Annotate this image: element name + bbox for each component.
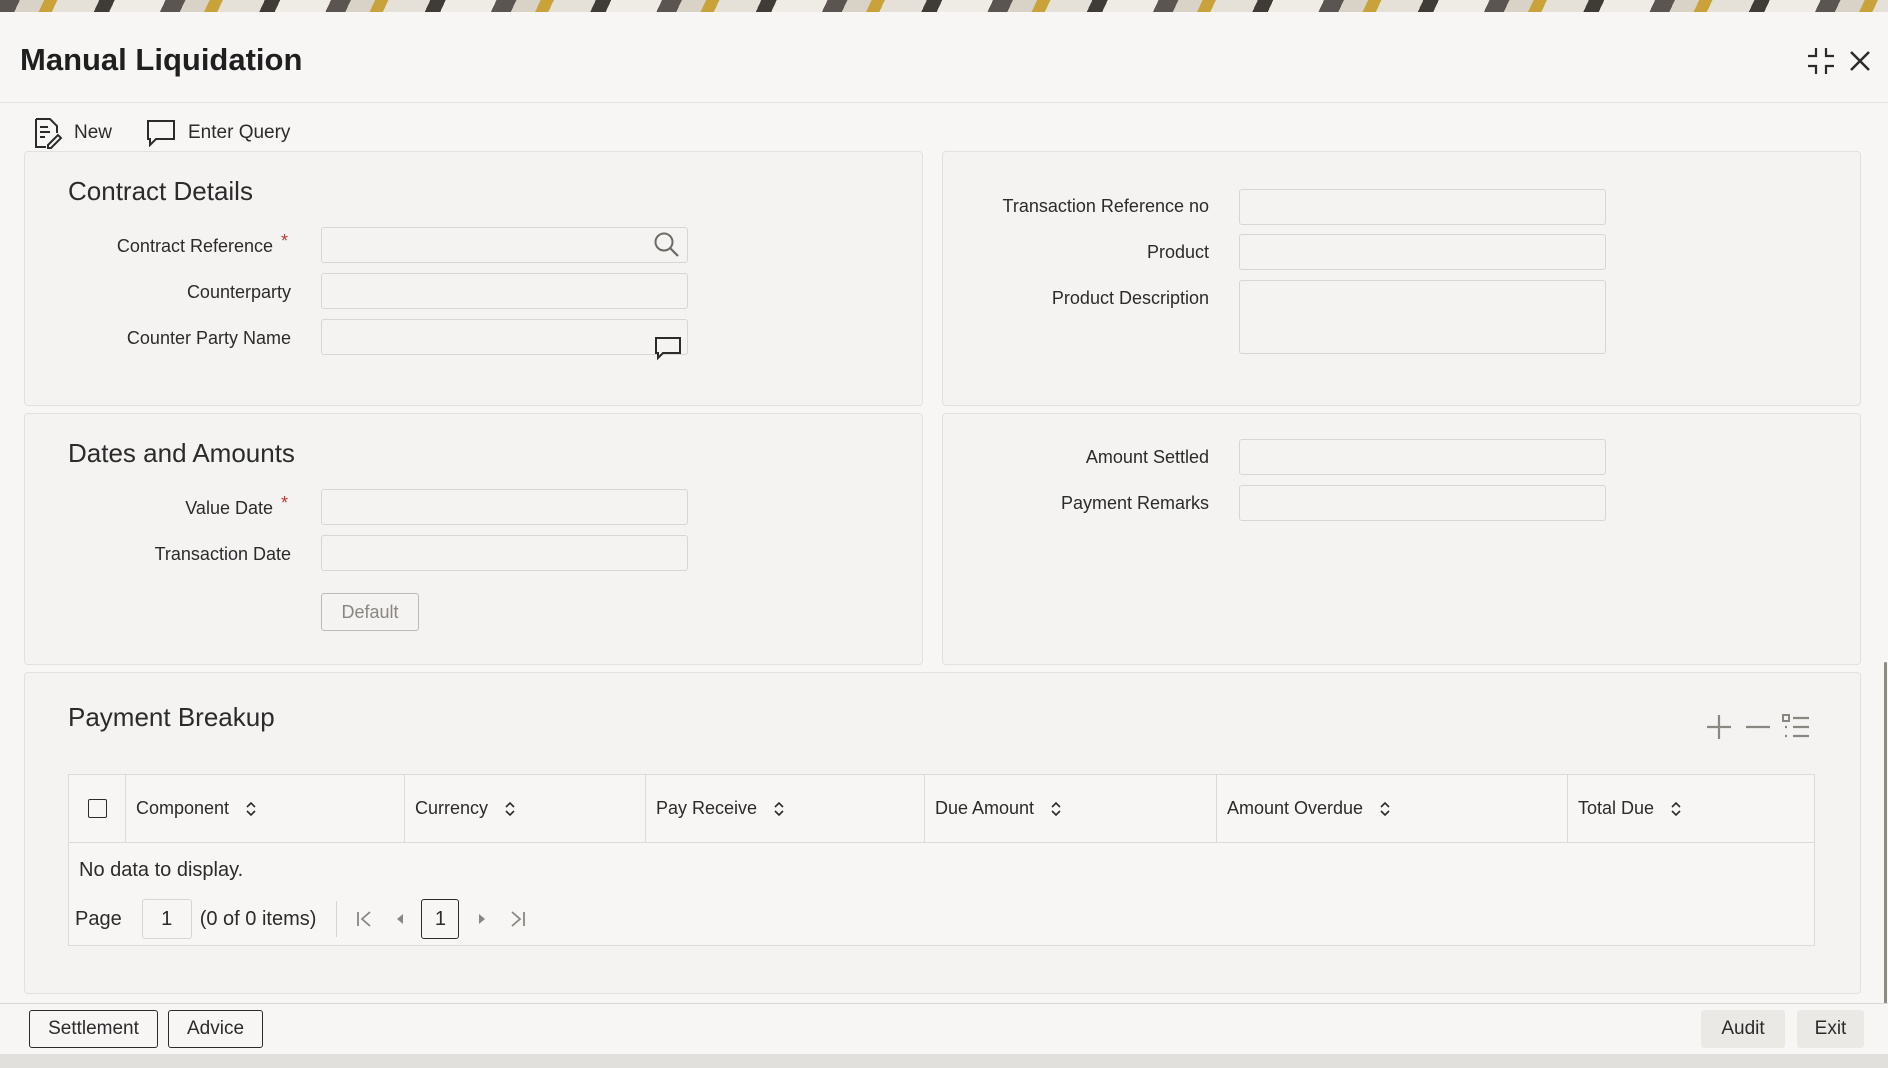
- audit-button[interactable]: Audit: [1701, 1010, 1785, 1048]
- title-divider: [0, 102, 1888, 103]
- payment-breakup-title: Payment Breakup: [68, 702, 275, 732]
- decorative-top-band: [0, 0, 1888, 12]
- default-button[interactable]: Default: [321, 593, 419, 631]
- footer-bar: [0, 1003, 1888, 1055]
- current-page-value: 1: [434, 907, 446, 930]
- column-component[interactable]: Component: [126, 775, 405, 842]
- select-all-column: [69, 775, 126, 842]
- vertical-scrollbar[interactable]: [1884, 662, 1887, 1012]
- transaction-reference-input[interactable]: [1239, 189, 1606, 225]
- sort-icon[interactable]: [1050, 800, 1062, 818]
- transaction-date-input[interactable]: [321, 535, 688, 571]
- close-icon[interactable]: [1845, 46, 1875, 76]
- product-input[interactable]: [1239, 234, 1606, 270]
- contract-reference-input[interactable]: [321, 227, 688, 263]
- exit-button[interactable]: Exit: [1797, 1010, 1864, 1048]
- pagination: Page 1 (0 of 0 items) 1: [75, 899, 533, 939]
- advice-button[interactable]: Advice: [168, 1010, 263, 1048]
- column-total-due-label: Total Due: [1578, 798, 1655, 818]
- sort-icon[interactable]: [1670, 800, 1682, 818]
- value-date-label: Value Date: [185, 498, 273, 518]
- pager-divider: [336, 901, 338, 937]
- column-component-label: Component: [136, 798, 230, 818]
- contract-reference-label: Contract Reference: [116, 236, 273, 256]
- transaction-reference-label: Transaction Reference no: [1002, 196, 1209, 216]
- transaction-date-label: Transaction Date: [154, 544, 291, 564]
- dates-amounts-title: Dates and Amounts: [68, 438, 295, 468]
- page-label: Page: [75, 907, 122, 930]
- speech-bubble-icon[interactable]: [654, 335, 682, 363]
- previous-page-icon[interactable]: [385, 904, 415, 934]
- column-pay-receive[interactable]: Pay Receive: [646, 775, 925, 842]
- items-count: (0 of 0 items): [199, 907, 317, 930]
- new-button[interactable]: New: [32, 116, 112, 150]
- amount-settled-label: Amount Settled: [1085, 447, 1209, 467]
- collapse-icon[interactable]: [1806, 46, 1836, 76]
- sort-icon[interactable]: [504, 800, 516, 818]
- counterparty-input[interactable]: [321, 273, 688, 309]
- current-page-button[interactable]: 1: [421, 899, 460, 939]
- new-label: New: [74, 122, 113, 143]
- no-data-message: No data to display.: [79, 859, 244, 881]
- product-description-label: Product Description: [1051, 288, 1209, 308]
- column-amount-overdue[interactable]: Amount Overdue: [1217, 775, 1568, 842]
- payment-remarks-label: Payment Remarks: [1060, 493, 1209, 513]
- window-title: Manual Liquidation: [20, 42, 303, 77]
- settlement-button[interactable]: Settlement: [29, 1010, 158, 1048]
- next-page-icon[interactable]: [467, 904, 497, 934]
- column-due-amount[interactable]: Due Amount: [925, 775, 1217, 842]
- page-number-input[interactable]: 1: [141, 899, 192, 939]
- required-marker: *: [281, 493, 289, 513]
- value-date-input[interactable]: [321, 489, 688, 525]
- payment-breakup-grid: Component Currency Pay Receive Due Amoun…: [68, 774, 1815, 946]
- column-pay-receive-label: Pay Receive: [656, 798, 758, 818]
- column-currency[interactable]: Currency: [405, 775, 646, 842]
- grid-header: Component Currency Pay Receive Due Amoun…: [69, 775, 1814, 843]
- select-all-checkbox[interactable]: [87, 799, 107, 818]
- product-label: Product: [1146, 242, 1209, 262]
- required-marker: *: [281, 231, 289, 251]
- sort-icon[interactable]: [1379, 800, 1391, 818]
- column-currency-label: Currency: [415, 798, 489, 818]
- speech-bubble-icon: [147, 120, 175, 147]
- product-description-textarea[interactable]: [1239, 280, 1606, 354]
- bottom-strip: [0, 1054, 1888, 1068]
- sort-icon[interactable]: [245, 800, 257, 818]
- payment-remarks-input[interactable]: [1239, 485, 1606, 521]
- page-number-value: 1: [161, 907, 173, 930]
- new-document-icon: [35, 118, 62, 149]
- minus-icon[interactable]: [1742, 711, 1774, 743]
- enter-query-label: Enter Query: [188, 122, 291, 143]
- counter-party-name-input[interactable]: [321, 319, 688, 355]
- column-total-due[interactable]: Total Due: [1568, 775, 1814, 842]
- first-page-icon[interactable]: [349, 904, 379, 934]
- column-amount-overdue-label: Amount Overdue: [1227, 798, 1364, 818]
- enter-query-button[interactable]: Enter Query: [146, 116, 290, 150]
- last-page-icon[interactable]: [503, 904, 533, 934]
- counter-party-name-label: Counter Party Name: [126, 328, 291, 348]
- sort-icon[interactable]: [773, 800, 785, 818]
- search-icon[interactable]: [653, 231, 681, 259]
- column-due-amount-label: Due Amount: [935, 798, 1035, 818]
- counterparty-label: Counterparty: [186, 282, 291, 302]
- contract-details-title: Contract Details: [68, 176, 253, 206]
- manual-liquidation-window: Manual Liquidation New Enter Query Contr…: [0, 12, 1888, 1054]
- plus-icon[interactable]: [1703, 711, 1735, 743]
- list-icon[interactable]: [1780, 711, 1812, 743]
- amount-settled-input[interactable]: [1239, 439, 1606, 475]
